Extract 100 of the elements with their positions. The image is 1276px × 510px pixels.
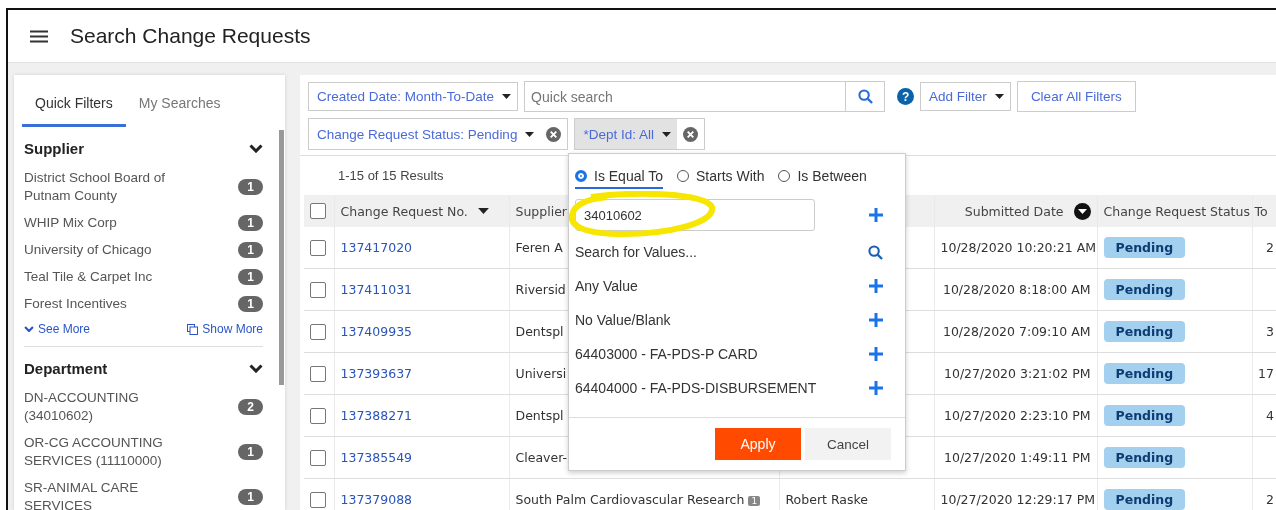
info-badge: 1: [748, 495, 761, 506]
count-badge: 2: [238, 399, 263, 415]
table-cell: 10/27/2020 2:23:10 PM: [944, 408, 1091, 423]
table-cell: Riversid: [515, 282, 566, 297]
table-cell: Universi: [515, 366, 567, 381]
count-badge: 1: [238, 215, 263, 231]
chevron-down-icon[interactable]: [24, 325, 34, 333]
table-cell: Dentspl: [515, 408, 564, 423]
cancel-button[interactable]: Cancel: [805, 428, 891, 460]
search-icon[interactable]: [868, 244, 883, 260]
table-cell: Dentspl: [515, 324, 564, 339]
plus-icon[interactable]: [869, 279, 883, 293]
column-header[interactable]: Change Request No.: [334, 195, 509, 227]
count-badge: 1: [238, 269, 263, 285]
search-icon[interactable]: [857, 89, 873, 104]
caret-down-icon: [525, 131, 535, 137]
select-all-checkbox[interactable]: [310, 203, 326, 220]
filter-option[interactable]: DN-ACCOUNTING (34010602): [24, 389, 194, 425]
caret-down-icon: [661, 131, 671, 137]
row-checkbox[interactable]: [310, 239, 326, 256]
filter-option[interactable]: Forest Incentives: [24, 295, 194, 313]
column-header[interactable]: Submitted Date: [934, 195, 1097, 227]
table-cell: 17: [1258, 366, 1274, 381]
plus-icon[interactable]: [869, 208, 883, 222]
status-badge: Pending: [1103, 279, 1186, 300]
filter-option[interactable]: WHIP Mix Corp: [24, 214, 194, 232]
match-option[interactable]: Is Equal To: [575, 168, 663, 189]
value-option[interactable]: 64404000 - FA-PDS-DISBURSEMENT: [575, 380, 817, 396]
filter-option[interactable]: Teal Tile & Carpet Inc: [24, 268, 194, 286]
table-cell: 10/27/2020 3:21:02 PM: [944, 366, 1091, 381]
request-link[interactable]: 137385549: [340, 450, 413, 465]
plus-icon[interactable]: [869, 313, 883, 327]
table-cell: 4: [1266, 408, 1274, 423]
column-header[interactable]: Change Request Status: [1097, 195, 1252, 227]
table-cell: Cleaver-: [515, 450, 567, 465]
caret-down-icon: [994, 94, 1004, 99]
table-cell: 10/28/2020 10:20:21 AM: [940, 240, 1096, 255]
page-title: Search Change Requests: [70, 24, 311, 48]
caret-down-icon: [502, 94, 512, 99]
chevron-down-icon[interactable]: [249, 363, 263, 373]
date-filter-dropdown[interactable]: Created Date: Month-To-Date: [308, 82, 519, 111]
sidebar-tab[interactable]: Quick Filters: [22, 85, 126, 127]
row-checkbox[interactable]: [310, 491, 326, 508]
section-title: Supplier: [24, 139, 84, 157]
see-more-link[interactable]: See More: [24, 322, 91, 336]
request-link[interactable]: 137388271: [340, 408, 413, 423]
table-cell: Feren A: [515, 240, 563, 255]
remove-icon[interactable]: [546, 126, 562, 142]
row-checkbox[interactable]: [310, 365, 326, 382]
sidebar-tab[interactable]: My Searches: [125, 85, 234, 127]
column-header[interactable]: To: [1252, 195, 1276, 227]
status-badge: Pending: [1103, 321, 1186, 342]
table-cell: 2: [1266, 492, 1274, 507]
filter-option[interactable]: OR-CG ACCOUNTING SERVICES (11110000): [24, 434, 194, 470]
filter-option[interactable]: SR-ANIMAL CARE SERVICES: [24, 479, 194, 510]
section-title: Department: [24, 359, 108, 377]
table-cell: Robert Raske: [785, 492, 868, 507]
status-badge: Pending: [1103, 405, 1186, 426]
plus-icon[interactable]: [869, 347, 883, 361]
row-checkbox[interactable]: [310, 281, 326, 298]
quick-search-field[interactable]: Quick search: [524, 81, 846, 112]
table-cell: 2: [1266, 240, 1274, 255]
row-checkbox[interactable]: [310, 323, 326, 340]
request-link[interactable]: 137417020: [340, 240, 413, 255]
count-badge: 1: [238, 242, 263, 258]
value-option[interactable]: No Value/Blank: [575, 312, 671, 328]
filter-chip[interactable]: *Dept Id: All: [575, 119, 677, 149]
value-option[interactable]: Search for Values...: [575, 244, 697, 260]
table-cell: 10/28/2020 8:18:00 AM: [942, 282, 1091, 297]
table-cell: 3: [1266, 324, 1274, 339]
table-cell: 10/27/2020 1:49:11 PM: [944, 450, 1091, 465]
status-badge: Pending: [1103, 447, 1186, 468]
show-more-link[interactable]: Show More: [187, 322, 263, 336]
help-icon[interactable]: ?: [897, 88, 915, 105]
value-option[interactable]: 64403000 - FA-PDS-P CARD: [575, 346, 758, 362]
count-badge: 1: [238, 179, 263, 195]
count-badge: 1: [238, 489, 263, 505]
sort-icon[interactable]: [477, 208, 489, 214]
value-option[interactable]: Any Value: [575, 278, 638, 294]
request-link[interactable]: 137393637: [340, 366, 413, 381]
plus-icon[interactable]: [869, 381, 883, 395]
add-filter-dropdown[interactable]: Add Filter: [920, 82, 1011, 111]
table-cell: 10/27/2020 12:29:17 PM: [940, 492, 1095, 507]
match-option[interactable]: Starts With: [677, 168, 765, 189]
sort-icon[interactable]: [1073, 202, 1091, 220]
row-checkbox[interactable]: [310, 449, 326, 466]
value-field[interactable]: 34010602: [575, 199, 815, 231]
chevron-down-icon[interactable]: [249, 143, 263, 153]
row-checkbox[interactable]: [310, 407, 326, 424]
clear-filters-button[interactable]: Clear All Filters: [1016, 81, 1136, 112]
filter-option[interactable]: District School Board of Putnam County: [24, 169, 194, 205]
request-link[interactable]: 137409935: [340, 324, 413, 339]
search-button[interactable]: [845, 81, 886, 112]
match-option[interactable]: Is Between: [778, 168, 867, 189]
request-link[interactable]: 137379088: [340, 492, 413, 507]
scrollbar[interactable]: [279, 130, 284, 385]
remove-icon[interactable]: [682, 126, 698, 142]
menu-icon[interactable]: [30, 29, 48, 43]
filter-option[interactable]: University of Chicago: [24, 241, 194, 259]
request-link[interactable]: 137411031: [340, 282, 413, 297]
